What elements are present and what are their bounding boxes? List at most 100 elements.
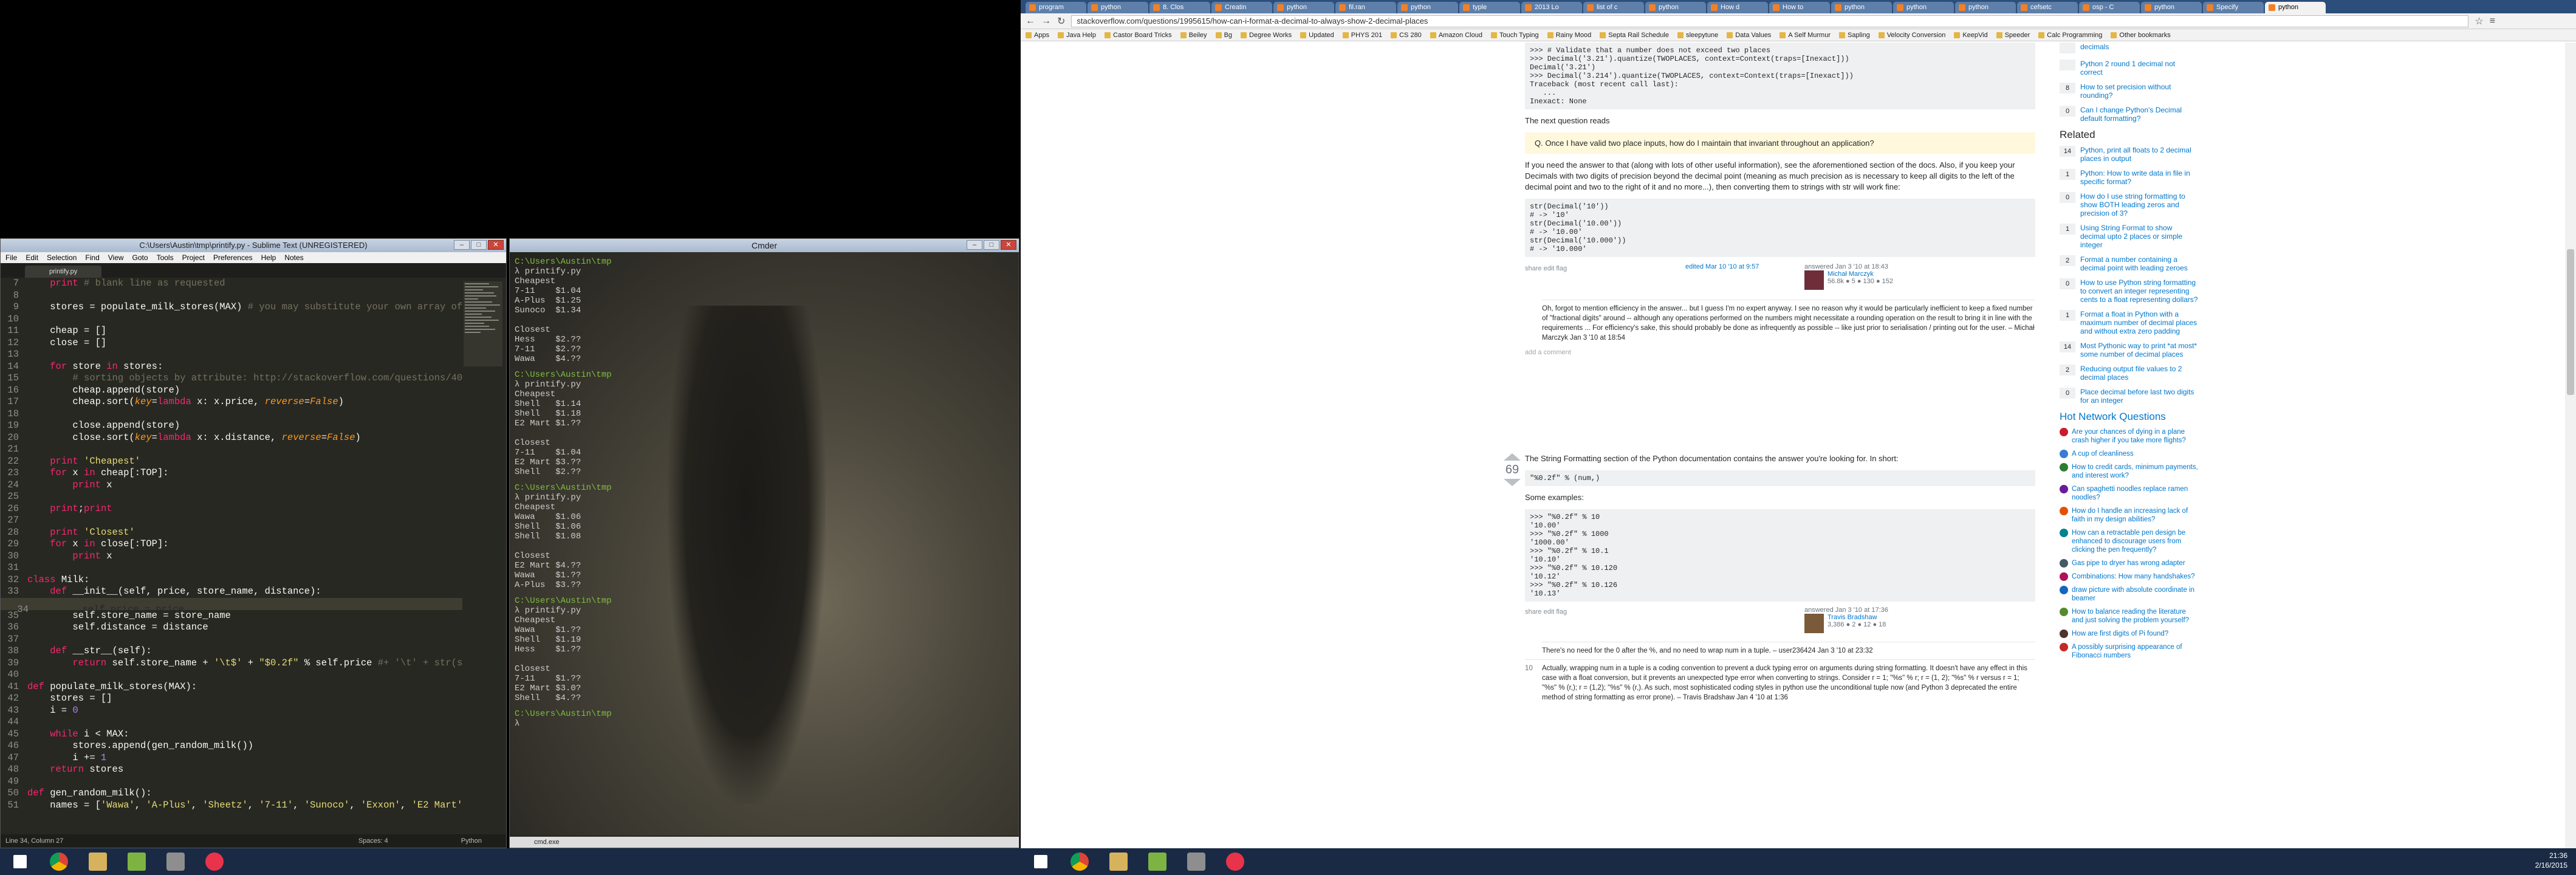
bookmark[interactable]: Bg xyxy=(1215,29,1232,41)
hot-question-link[interactable]: A possibly surprising appearance of Fibo… xyxy=(2072,643,2199,660)
bookmark[interactable]: Amazon Cloud xyxy=(1430,29,1482,41)
item-link[interactable]: How do I use string formatting to show B… xyxy=(2080,192,2199,218)
cmder-titlebar[interactable]: Cmder – □ ✕ xyxy=(510,239,1019,252)
sidebar-item[interactable]: 0 How to use Python string formatting to … xyxy=(2060,278,2199,304)
sidebar-item[interactable]: 0 Place decimal before last two digits fo… xyxy=(2060,388,2199,405)
hot-question[interactable]: How do I handle an increasing lack of fa… xyxy=(2060,507,2199,524)
item-link[interactable]: Can I change Python's Decimal default fo… xyxy=(2080,106,2199,123)
reload-icon[interactable]: ↻ xyxy=(1057,15,1065,27)
tab-printify[interactable]: printify.py xyxy=(25,266,102,278)
sublime-taskbar-icon[interactable] xyxy=(1179,849,1214,874)
bookmark[interactable]: Beiley xyxy=(1180,29,1207,41)
hot-question[interactable]: Combinations: How many handshakes? xyxy=(2060,572,2199,581)
hot-question[interactable]: Are your chances of dying in a plane cra… xyxy=(2060,428,2199,445)
hot-question[interactable]: A possibly surprising appearance of Fibo… xyxy=(2060,643,2199,660)
avatar[interactable] xyxy=(1804,614,1824,633)
hot-question-link[interactable]: How do I handle an increasing lack of fa… xyxy=(2072,507,2199,524)
sidebar-item[interactable]: Python 2 round 1 decimal not correct xyxy=(2060,60,2199,77)
item-link[interactable]: How to set precision without rounding? xyxy=(2080,83,2199,100)
bookmark[interactable]: KeepVid xyxy=(1954,29,1988,41)
minimize-button[interactable]: – xyxy=(967,240,982,250)
edited-link[interactable]: edited Mar 10 '10 at 9:57 xyxy=(1685,263,1759,270)
hot-question-link[interactable]: Are your chances of dying in a plane cra… xyxy=(2072,428,2199,445)
cmder-window[interactable]: Cmder – □ ✕ C:\Users\Austin\tmp λ printif… xyxy=(509,238,1019,848)
menu-notes[interactable]: Notes xyxy=(284,252,303,263)
menu-help[interactable]: Help xyxy=(261,252,276,263)
start-button[interactable] xyxy=(1023,849,1058,874)
hot-question[interactable]: How to balance reading the literature an… xyxy=(2060,608,2199,625)
close-button[interactable]: ✕ xyxy=(1001,240,1016,250)
bookmark[interactable]: Degree Works xyxy=(1241,29,1292,41)
chrome-taskbar-icon[interactable] xyxy=(1062,849,1097,874)
item-link[interactable]: Python, print all floats to 2 decimal pl… xyxy=(2080,146,2199,163)
address-bar[interactable]: stackoverflow.com/questions/1995615/how-… xyxy=(1071,15,2469,27)
bookmark[interactable]: Septa Rail Schedule xyxy=(1600,29,1669,41)
hot-question[interactable]: How can a retractable pen design be enha… xyxy=(2060,529,2199,554)
browser-tab[interactable]: python xyxy=(2265,2,2326,13)
hot-question-link[interactable]: How to credit cards, minimum payments, a… xyxy=(2072,463,2199,480)
itunes-taskbar-icon[interactable] xyxy=(1218,849,1253,874)
bookmark[interactable]: Velocity Conversion xyxy=(1878,29,1945,41)
browser-tab[interactable]: list of c xyxy=(1583,2,1644,13)
sidebar-item[interactable]: 0 How do I use string formatting to show … xyxy=(2060,192,2199,218)
bookmark[interactable]: Other bookmarks xyxy=(2111,29,2171,41)
browser-tab[interactable]: python xyxy=(1088,2,1148,13)
menu-icon[interactable]: ≡ xyxy=(2490,16,2495,27)
browser-tab[interactable]: fil.ran xyxy=(1335,2,1396,13)
console-tab[interactable]: cmd.exe xyxy=(534,839,560,846)
sidebar-item[interactable]: 1 Format a float in Python with a maximum… xyxy=(2060,310,2199,335)
downvote-icon[interactable] xyxy=(1504,479,1521,486)
terminal-output[interactable]: C:\Users\Austin\tmp λ printify.py Cheapest… xyxy=(515,257,612,735)
item-link[interactable]: Reducing output file values to 2 decimal… xyxy=(2080,365,2199,382)
hot-question[interactable]: draw picture with absolute coordinate in… xyxy=(2060,586,2199,603)
browser-tab[interactable]: python xyxy=(1397,2,1458,13)
menu-project[interactable]: Project xyxy=(182,252,205,263)
item-link[interactable]: Using String Format to show decimal upto… xyxy=(2080,224,2199,249)
sidebar-item[interactable]: 8 How to set precision without rounding? xyxy=(2060,83,2199,100)
minimize-button[interactable]: – xyxy=(454,240,470,250)
syntax-setting[interactable]: Python xyxy=(461,834,482,848)
bookmark[interactable]: Rainy Mood xyxy=(1547,29,1591,41)
item-link[interactable]: decimals xyxy=(2080,43,2109,53)
hot-question-link[interactable]: A cup of cleanliness xyxy=(2072,450,2134,458)
hot-question[interactable]: How to credit cards, minimum payments, a… xyxy=(2060,463,2199,480)
system-clock[interactable]: 21:36 2/16/2015 xyxy=(2535,851,2567,870)
menu-edit[interactable]: Edit xyxy=(26,252,38,263)
add-comment-link[interactable]: add a comment xyxy=(1525,349,2035,356)
menu-selection[interactable]: Selection xyxy=(47,252,77,263)
sidebar-item[interactable]: 14 Most Pythonic way to print *at most* s… xyxy=(2060,341,2199,359)
code-editor[interactable]: 7 print # blank line as requested 8 9 stor… xyxy=(1,278,462,825)
bookmark[interactable]: Data Values xyxy=(1727,29,1771,41)
browser-tab[interactable]: python xyxy=(1831,2,1892,13)
avatar[interactable] xyxy=(1804,270,1824,290)
sublime-taskbar-icon[interactable] xyxy=(158,849,193,874)
item-link[interactable]: Format a number containing a decimal poi… xyxy=(2080,255,2199,272)
browser-tab[interactable]: How to xyxy=(1769,2,1830,13)
menu-tools[interactable]: Tools xyxy=(157,252,174,263)
sidebar-item[interactable]: 14 Python, print all floats to 2 decimal … xyxy=(2060,146,2199,163)
browser-tab[interactable]: python xyxy=(1955,2,2016,13)
hot-question-link[interactable]: Can spaghetti noodles replace ramen nood… xyxy=(2072,485,2199,502)
forward-icon[interactable]: → xyxy=(1041,16,1051,27)
browser-tab[interactable]: python xyxy=(1273,2,1334,13)
menu-goto[interactable]: Goto xyxy=(132,252,148,263)
sidebar-item[interactable]: 2 Reducing output file values to 2 decima… xyxy=(2060,365,2199,382)
hot-question[interactable]: Can spaghetti noodles replace ramen nood… xyxy=(2060,485,2199,502)
browser-tab[interactable]: python xyxy=(1893,2,1954,13)
cmder-taskbar-icon[interactable] xyxy=(119,849,154,874)
bookmark[interactable]: CS 280 xyxy=(1391,29,1422,41)
scroll-thumb[interactable] xyxy=(2567,249,2574,395)
bookmark[interactable]: Castor Board Tricks xyxy=(1105,29,1172,41)
browser-tab[interactable]: osp - C xyxy=(2079,2,2140,13)
hot-question-link[interactable]: How can a retractable pen design be enha… xyxy=(2072,529,2199,554)
user-name[interactable]: Michał Marczyk xyxy=(1828,270,1874,278)
cmder-taskbar-icon[interactable] xyxy=(1140,849,1175,874)
item-link[interactable]: Most Pythonic way to print *at most* som… xyxy=(2080,341,2199,359)
maximize-button[interactable]: □ xyxy=(471,240,487,250)
explorer-taskbar-icon[interactable] xyxy=(1101,849,1136,874)
item-link[interactable]: How to use Python string formatting to c… xyxy=(2080,278,2199,304)
bookmark[interactable]: Sapling xyxy=(1839,29,1870,41)
item-link[interactable]: Format a float in Python with a maximum … xyxy=(2080,310,2199,335)
bookmark[interactable]: Touch Typing xyxy=(1490,29,1539,41)
menu-view[interactable]: View xyxy=(108,252,124,263)
